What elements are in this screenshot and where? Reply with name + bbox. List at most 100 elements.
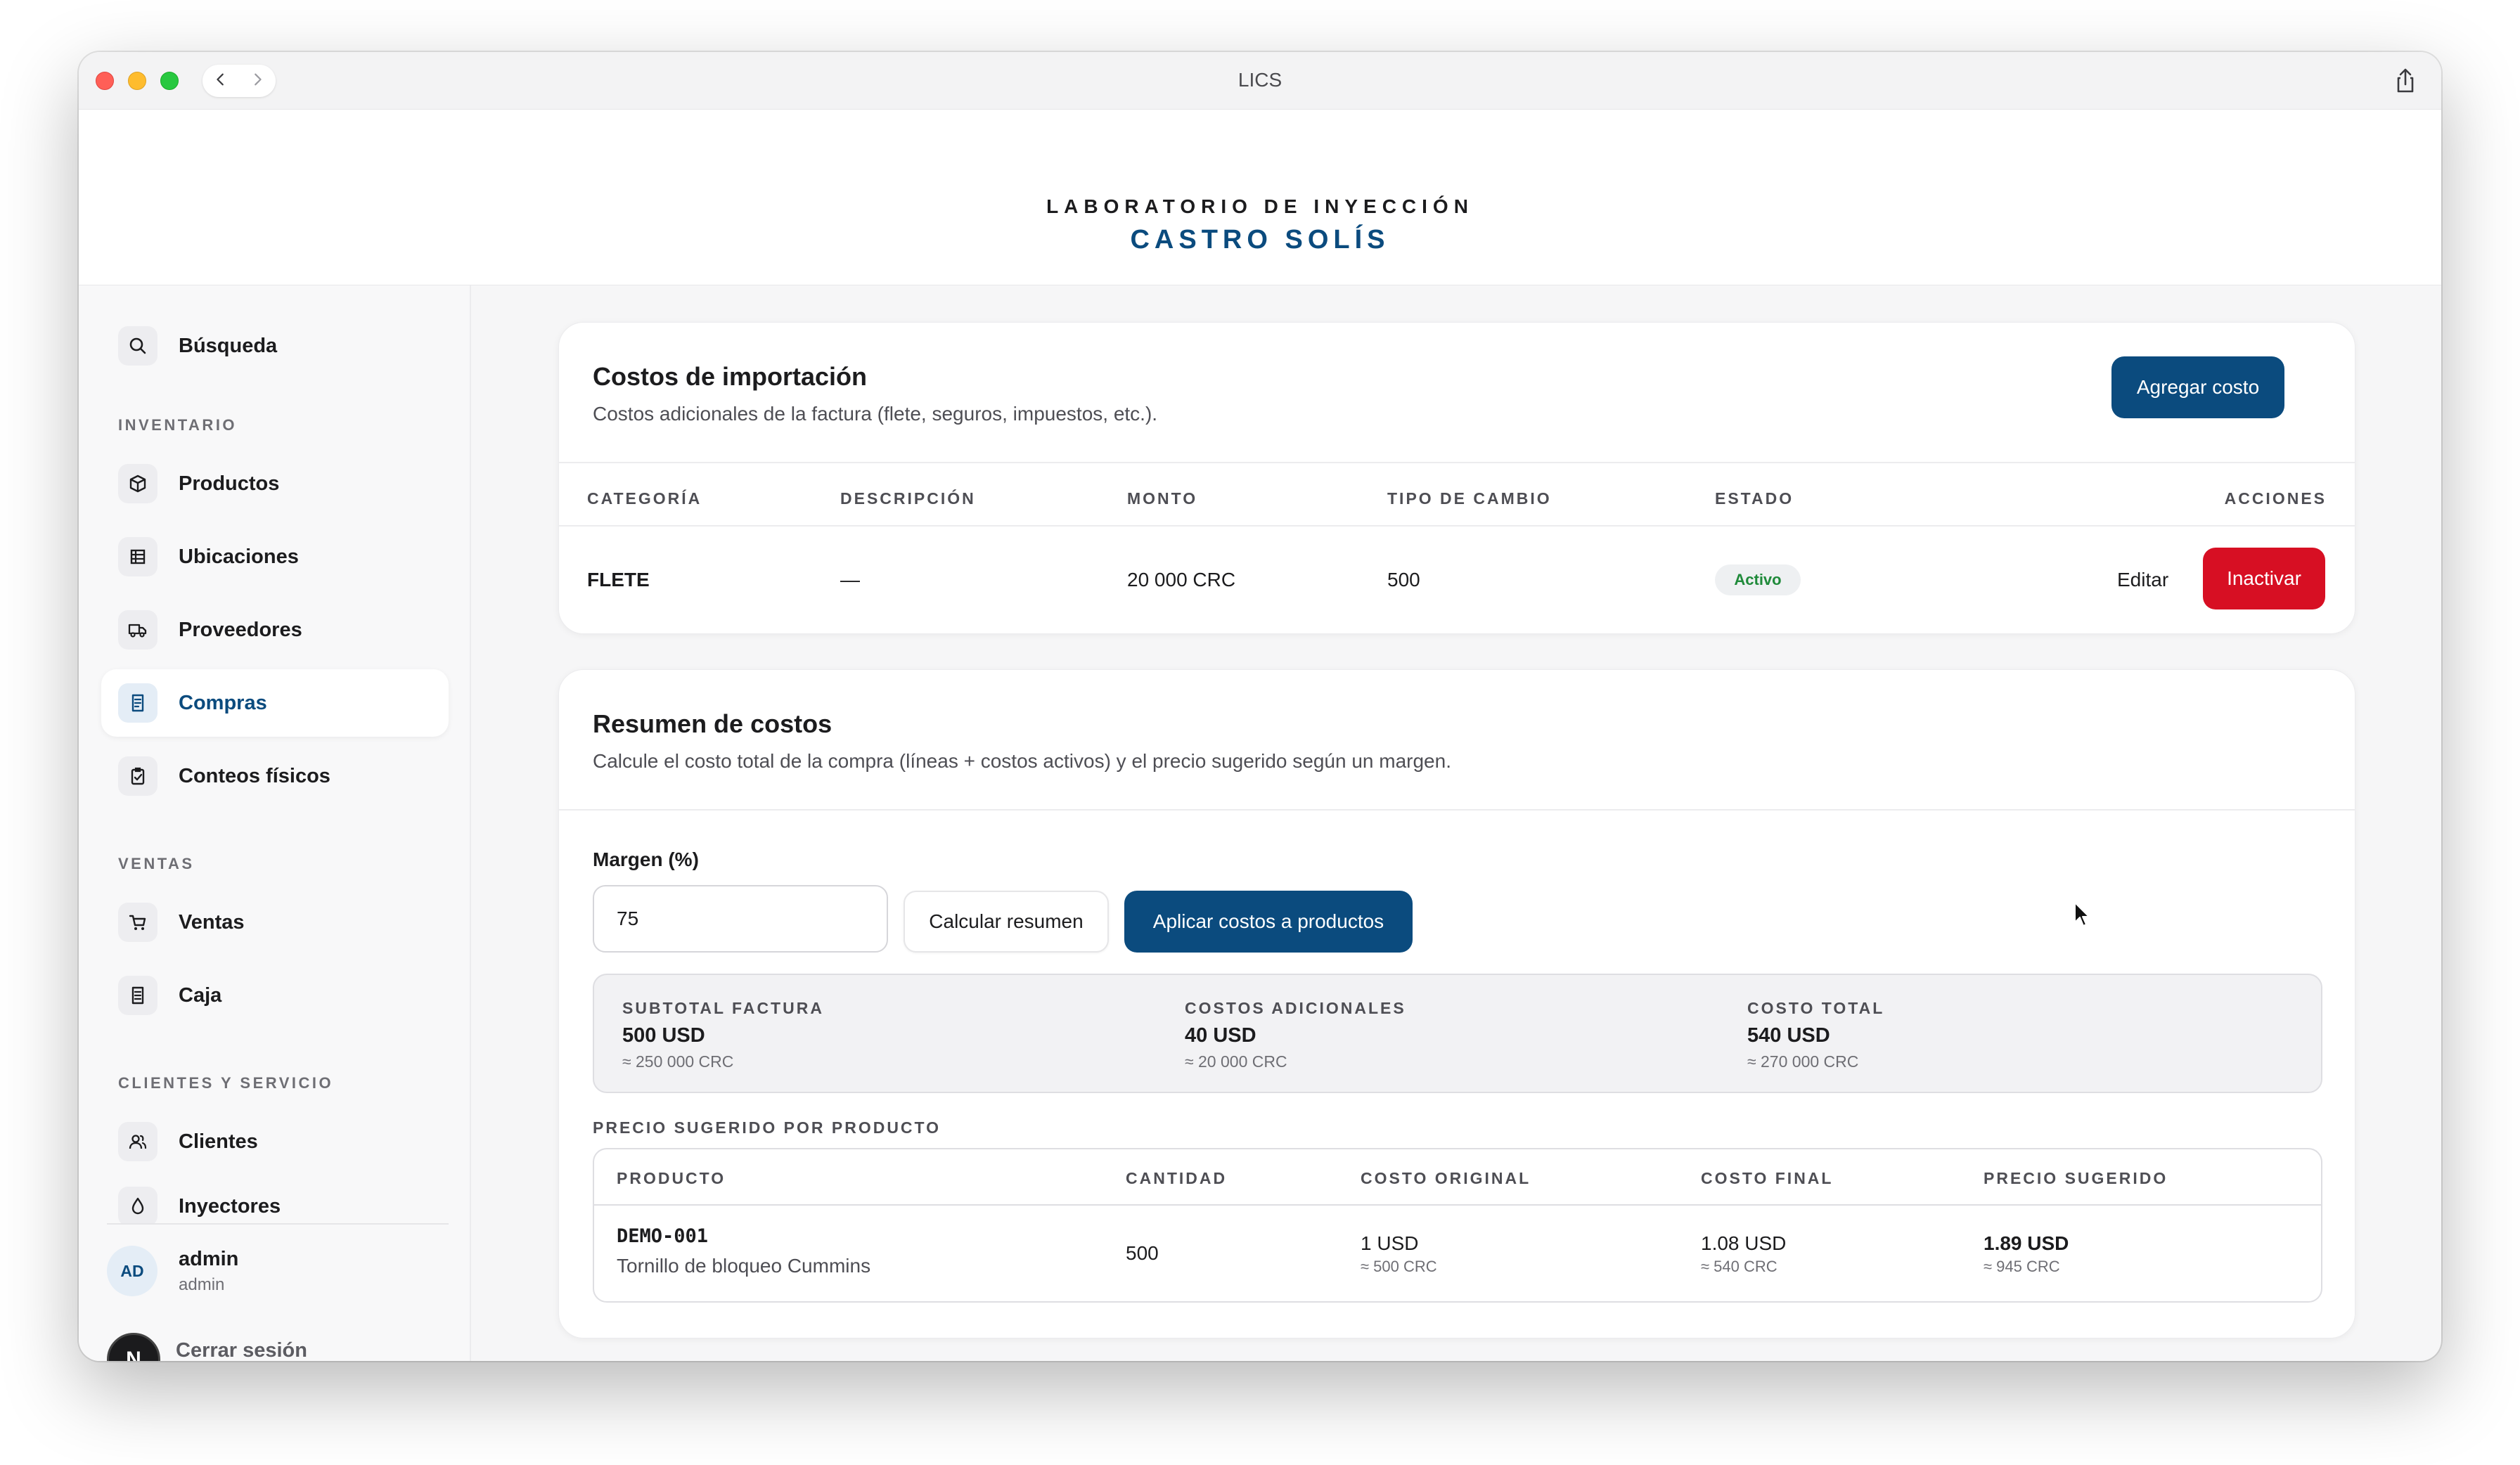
sidebar-divider <box>107 1223 449 1225</box>
section-heading: PRECIO SUGERIDO POR PRODUCTO <box>593 1118 941 1137</box>
sidebar-item-label: Conteos físicos <box>179 764 330 787</box>
deactivate-button[interactable]: Inactivar <box>2203 548 2325 609</box>
share-icon[interactable] <box>2389 65 2422 97</box>
truck-icon <box>118 610 158 650</box>
stat-value: 540 USD <box>1747 1024 1830 1047</box>
cell-cantidad: 500 <box>1126 1242 1159 1264</box>
divider <box>594 1204 2321 1206</box>
logout-button[interactable]: N Cerrar sesión <box>107 1333 307 1361</box>
column-header: COSTO FINAL <box>1701 1169 1834 1187</box>
search-icon <box>118 326 158 366</box>
card-subtitle: Calcule el costo total de la compra (lín… <box>593 750 1451 772</box>
sidebar-item-label: Inyectores <box>179 1195 281 1218</box>
card-title: Costos de importación <box>593 362 868 391</box>
logout-label: Cerrar sesión <box>176 1338 307 1362</box>
window-title: LICS <box>1238 69 1282 91</box>
card-title: Resumen de costos <box>593 709 832 738</box>
avatar: AD <box>107 1246 158 1296</box>
card-subtitle: Costos adicionales de la factura (flete,… <box>593 403 1158 425</box>
sidebar-item-label: Ubicaciones <box>179 545 299 568</box>
sidebar-item-productos[interactable]: Productos <box>101 450 449 517</box>
stat-value: 500 USD <box>622 1024 705 1047</box>
product-name: Tornillo de bloqueo Cummins <box>617 1255 871 1277</box>
drop-icon <box>118 1187 158 1223</box>
margin-label: Margen (%) <box>593 848 699 870</box>
section-label-clientes: CLIENTES Y SERVICIO <box>118 1074 334 1092</box>
divider <box>559 809 2355 811</box>
sidebar-item-busqueda[interactable]: Búsqueda <box>101 312 449 380</box>
cart-icon <box>118 903 158 942</box>
title-bar: LICS <box>79 52 2441 110</box>
sidebar-item-compras[interactable]: Compras <box>101 669 449 737</box>
column-header: MONTO <box>1127 489 1198 508</box>
cell-descripcion: — <box>840 569 860 590</box>
import-costs-card: Costos de importación Costos adicionales… <box>558 322 2355 634</box>
cost-summary-card: Resumen de costos Calcule el costo total… <box>558 669 2355 1338</box>
section-label-inventario: INVENTARIO <box>118 416 238 434</box>
divider <box>559 525 2355 527</box>
stat-label: COSTO TOTAL <box>1747 999 1885 1017</box>
cell-monto: 20 000 CRC <box>1127 569 1236 590</box>
stat-value: 40 USD <box>1185 1024 1256 1047</box>
cell-tipo-cambio: 500 <box>1387 569 1420 590</box>
calculate-summary-button[interactable]: Calcular resumen <box>904 891 1109 953</box>
suggested-price-table: PRODUCTO CANTIDAD COSTO ORIGINAL COSTO F… <box>593 1148 2322 1303</box>
cursor-icon <box>2073 901 2092 929</box>
stat-label: SUBTOTAL FACTURA <box>622 999 824 1017</box>
stat-conversion: ≈ 270 000 CRC <box>1747 1052 1859 1071</box>
app-window: LICS LABORATORIO DE INYECCIÓN CASTRO SOL… <box>79 52 2441 1361</box>
app-header: LABORATORIO DE INYECCIÓN CASTRO SOLÍS <box>79 110 2441 285</box>
sidebar-item-ventas[interactable]: Ventas <box>101 889 449 956</box>
column-header: PRECIO SUGERIDO <box>1984 1169 2168 1187</box>
register-icon <box>118 976 158 1015</box>
sidebar-item-label: Búsqueda <box>179 334 278 357</box>
sidebar-item-label: Compras <box>179 691 267 714</box>
sidebar-item-inyectores[interactable]: Inyectores <box>101 1177 449 1223</box>
column-header: PRODUCTO <box>617 1169 726 1187</box>
sidebar-item-conteos[interactable]: Conteos físicos <box>101 742 449 810</box>
sidebar-item-caja[interactable]: Caja <box>101 962 449 1029</box>
cell-precio-sugerido: 1.89 USD <box>1984 1232 2069 1254</box>
sidebar-item-label: Proveedores <box>179 618 302 641</box>
column-header: DESCRIPCIÓN <box>840 489 976 508</box>
column-header: ESTADO <box>1715 489 1794 508</box>
sidebar-item-label: Productos <box>179 472 280 495</box>
sidebar-item-proveedores[interactable]: Proveedores <box>101 596 449 664</box>
section-label-ventas: VENTAS <box>118 855 195 872</box>
stat-conversion: ≈ 250 000 CRC <box>622 1052 734 1071</box>
divider <box>559 462 2355 463</box>
apply-costs-button[interactable]: Aplicar costos a productos <box>1124 891 1413 953</box>
cell-precio-sugerido-conv: ≈ 945 CRC <box>1984 1258 2060 1275</box>
user-role: admin <box>179 1274 225 1294</box>
cell-costo-original: 1 USD <box>1361 1232 1419 1254</box>
clipboard-check-icon <box>118 756 158 796</box>
users-icon <box>118 1122 158 1161</box>
sidebar-item-label: Clientes <box>179 1130 258 1153</box>
product-code: DEMO-001 <box>617 1225 709 1247</box>
column-header: ACCIONES <box>2224 489 2327 508</box>
sidebar-item-clientes[interactable]: Clientes <box>101 1108 449 1175</box>
sidebar-item-ubicaciones[interactable]: Ubicaciones <box>101 523 449 590</box>
box-icon <box>118 464 158 503</box>
cell-costo-original-conv: ≈ 500 CRC <box>1361 1258 1437 1275</box>
cell-categoria: FLETE <box>587 569 650 590</box>
margin-input[interactable]: 75 <box>593 885 888 953</box>
user-name: admin <box>179 1247 239 1270</box>
sidebar-item-label: Caja <box>179 983 222 1007</box>
receipt-icon <box>118 683 158 723</box>
main-content: Costos de importación Costos adicionales… <box>471 285 2441 1361</box>
status-badge: Activo <box>1715 564 1801 595</box>
edit-button[interactable]: Editar <box>2117 569 2168 591</box>
cell-costo-final: 1.08 USD <box>1701 1232 1787 1254</box>
column-header: TIPO DE CAMBIO <box>1387 489 1552 508</box>
sidebar-item-label: Ventas <box>179 910 245 934</box>
grid-icon <box>118 537 158 576</box>
n-badge: N <box>107 1333 160 1361</box>
cell-costo-final-conv: ≈ 540 CRC <box>1701 1258 1778 1275</box>
add-cost-button[interactable]: Agregar costo <box>2111 356 2284 418</box>
stat-label: COSTOS ADICIONALES <box>1185 999 1406 1017</box>
column-header: CANTIDAD <box>1126 1169 1228 1187</box>
sidebar: Búsqueda INVENTARIO Productos Ubicacione… <box>79 285 471 1361</box>
user-profile[interactable]: AD admin admin <box>107 1246 238 1296</box>
brand-title-top: LABORATORIO DE INYECCIÓN <box>1046 195 1474 217</box>
